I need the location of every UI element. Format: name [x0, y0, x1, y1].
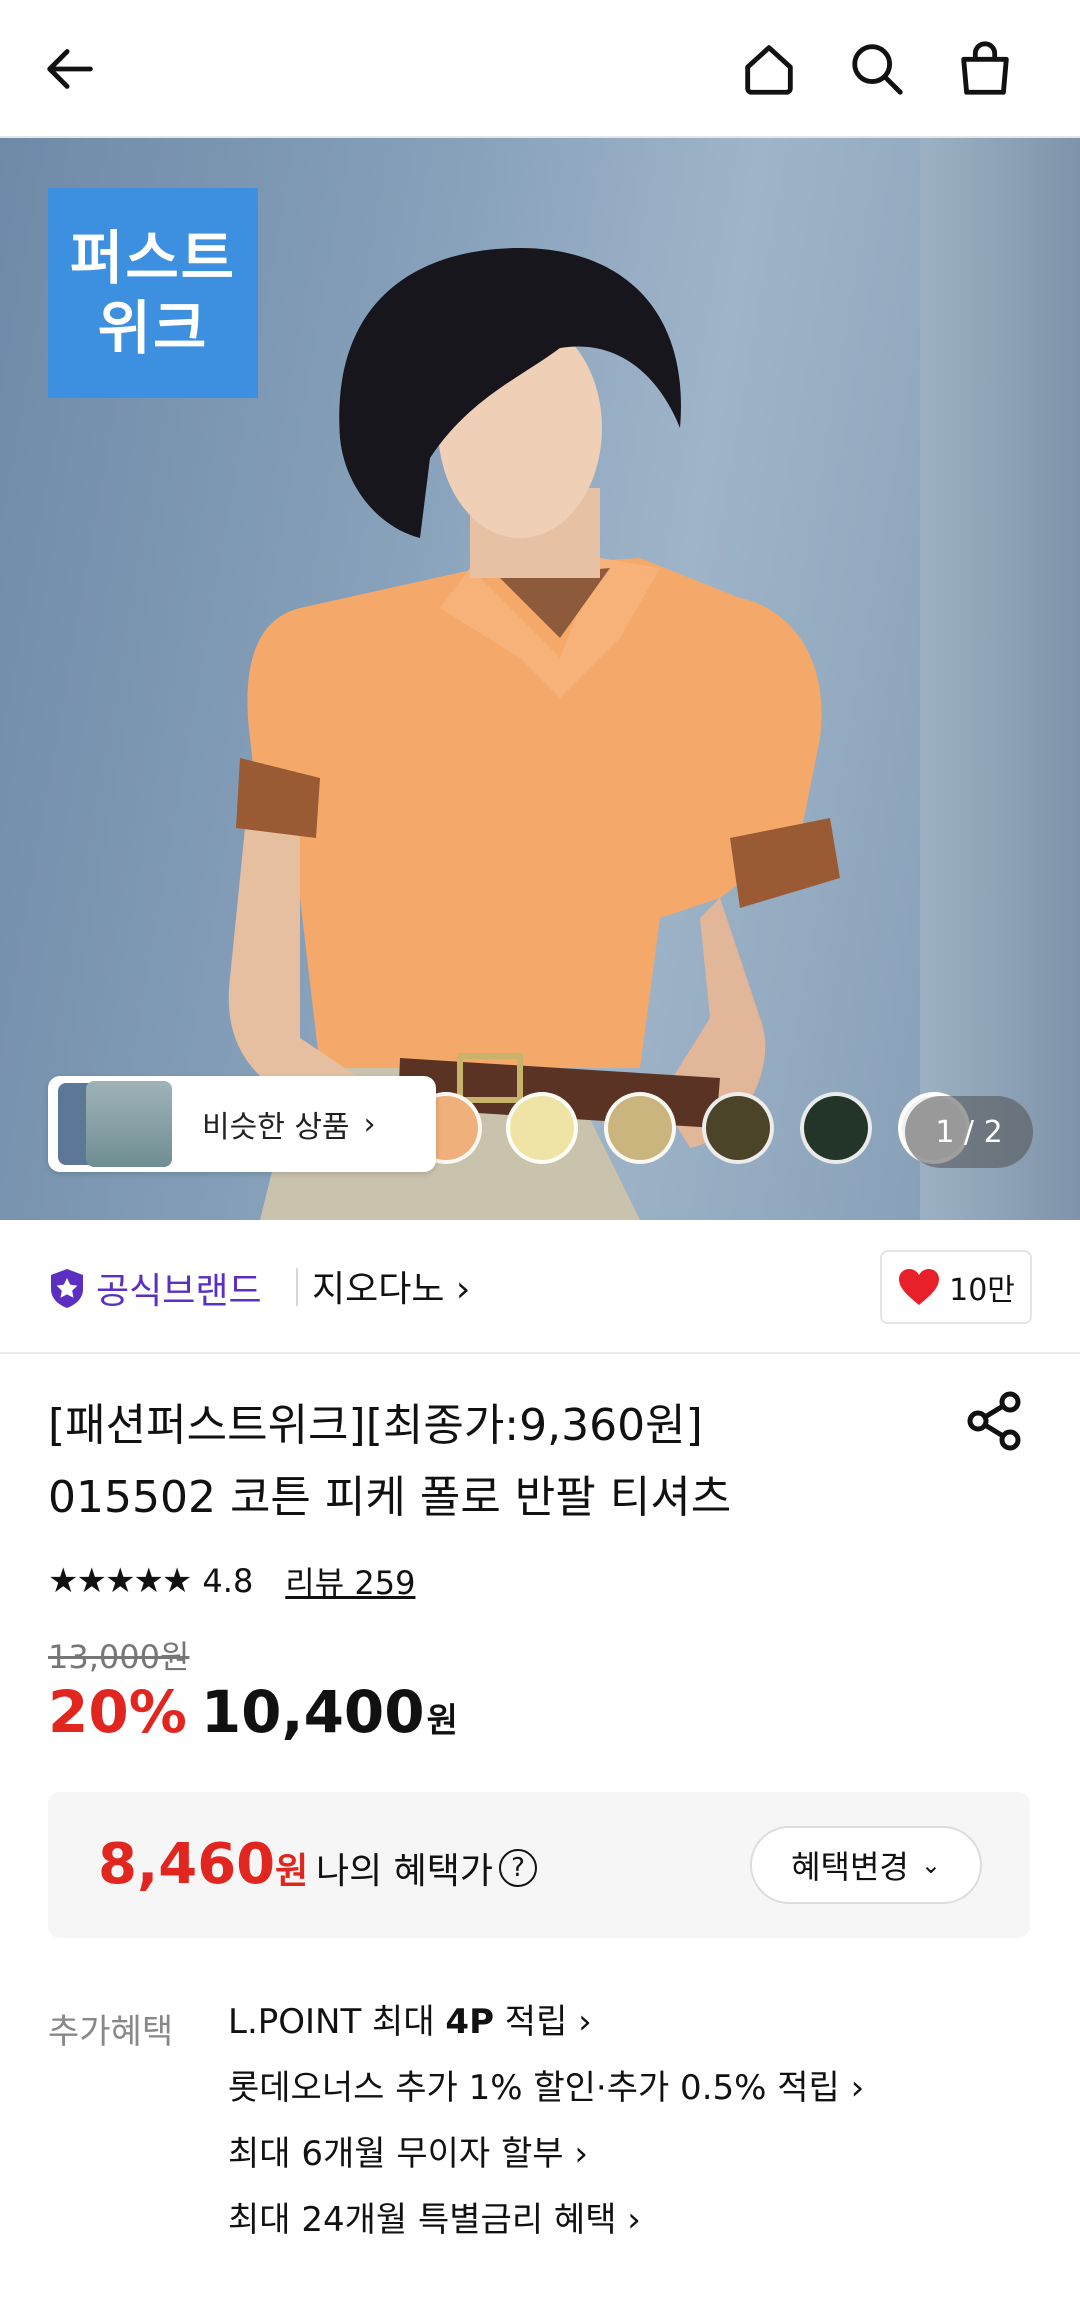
price-unit: 원: [426, 1701, 458, 1741]
benefit-label: 나의 혜택가 ?: [316, 1842, 538, 1894]
home-button[interactable]: [724, 24, 814, 114]
divider: [296, 1268, 298, 1306]
color-swatch[interactable]: [604, 1092, 676, 1164]
color-swatch[interactable]: [702, 1092, 774, 1164]
benefit-price-unit: 원: [275, 1851, 309, 1892]
extra-benefit-lotte-owners[interactable]: 롯데오너스 추가 1% 할인·추가 0.5% 적립 ›: [228, 2066, 864, 2132]
top-app-bar: [0, 0, 1080, 138]
cart-button[interactable]: [940, 24, 1030, 114]
lpoint-points: 4P: [445, 2002, 494, 2042]
my-benefit-price-box: 8,460원 나의 혜택가 ? 혜택변경 ⌄: [48, 1792, 1030, 1938]
chevron-right-icon: ›: [363, 1106, 376, 1142]
product-image-carousel[interactable]: 퍼스트 위크 비슷한 상품 › 1 / 2: [0, 138, 1080, 1220]
product-title: [패션퍼스트위크][최종가:9,360원] 015502 코튼 피케 폴로 반팔…: [48, 1390, 928, 1534]
benefit-price-value: 8,460: [98, 1832, 276, 1897]
share-icon: [967, 1391, 1021, 1451]
similar-products-button[interactable]: 비슷한 상품 ›: [48, 1076, 436, 1172]
similar-thumb: [86, 1081, 172, 1167]
extra-benefit-special-rate[interactable]: 최대 24개월 특별금리 혜택 ›: [228, 2198, 864, 2264]
like-count: 10만: [949, 1273, 1015, 1308]
benefit-price: 8,460원: [98, 1832, 308, 1897]
image-counter: 1 / 2: [905, 1096, 1033, 1168]
chevron-down-icon: ⌄: [920, 1851, 941, 1879]
color-swatch[interactable]: [506, 1092, 578, 1164]
search-button[interactable]: [832, 24, 922, 114]
product-title-line-2: 015502 코튼 피케 폴로 반팔 티셔츠: [48, 1472, 732, 1523]
original-price: 13,000원: [48, 1638, 190, 1676]
back-button[interactable]: [26, 24, 116, 114]
badge-line-1: 퍼스트: [69, 224, 237, 292]
color-swatch[interactable]: [800, 1092, 872, 1164]
discount-rate: 20%: [48, 1678, 187, 1746]
event-brand-badge: 퍼스트 위크: [48, 188, 258, 398]
lpoint-text-post: 적립 ›: [494, 2002, 592, 2042]
store-link[interactable]: 지오다노 ›: [312, 1260, 470, 1312]
extra-benefits-label: 추가혜택: [48, 2012, 174, 2052]
badge-line-2: 위크: [97, 294, 209, 362]
rating-row: ★★★★★ 4.8 리뷰 259: [48, 1558, 415, 1604]
price-row: 20% 10,400 원: [48, 1678, 458, 1746]
change-benefit-label: 혜택변경: [791, 1848, 909, 1886]
star-rating-icon: ★★★★★: [48, 1561, 192, 1601]
benefit-label-text: 나의 혜택가: [316, 1851, 494, 1892]
similar-thumbnails: [58, 1081, 178, 1167]
shield-star-icon: [51, 1269, 83, 1308]
brand-row: 공식브랜드 지오다노 › 10만: [0, 1220, 1080, 1354]
arrow-left-icon: [47, 49, 93, 89]
official-brand-badge[interactable]: 공식브랜드: [48, 1262, 262, 1314]
change-benefit-button[interactable]: 혜택변경 ⌄: [750, 1826, 982, 1904]
heart-icon: [899, 1269, 940, 1305]
search-icon: [852, 44, 903, 95]
similar-products-label: 비슷한 상품: [202, 1110, 350, 1145]
share-button[interactable]: [960, 1386, 1030, 1456]
home-icon: [745, 45, 793, 95]
extra-benefit-lpoint[interactable]: L.POINT 최대 4P 적립 ›: [228, 2000, 864, 2066]
official-brand-label: 공식브랜드: [96, 1271, 262, 1312]
product-title-line-1: [패션퍼스트위크][최종가:9,360원]: [48, 1400, 703, 1451]
extra-benefits-list: L.POINT 최대 4P 적립 › 롯데오너스 추가 1% 할인·추가 0.5…: [228, 2000, 864, 2264]
sale-price: 10,400: [200, 1678, 425, 1746]
shopping-bag-icon: [961, 41, 1009, 95]
lpoint-text-pre: L.POINT 최대: [228, 2002, 446, 2042]
help-icon[interactable]: ?: [499, 1849, 538, 1887]
extra-benefit-installment[interactable]: 최대 6개월 무이자 할부 ›: [228, 2132, 864, 2198]
like-button[interactable]: 10만: [880, 1250, 1032, 1324]
reviews-link[interactable]: 리뷰 259: [285, 1558, 415, 1604]
rating-score: 4.8: [202, 1562, 254, 1600]
